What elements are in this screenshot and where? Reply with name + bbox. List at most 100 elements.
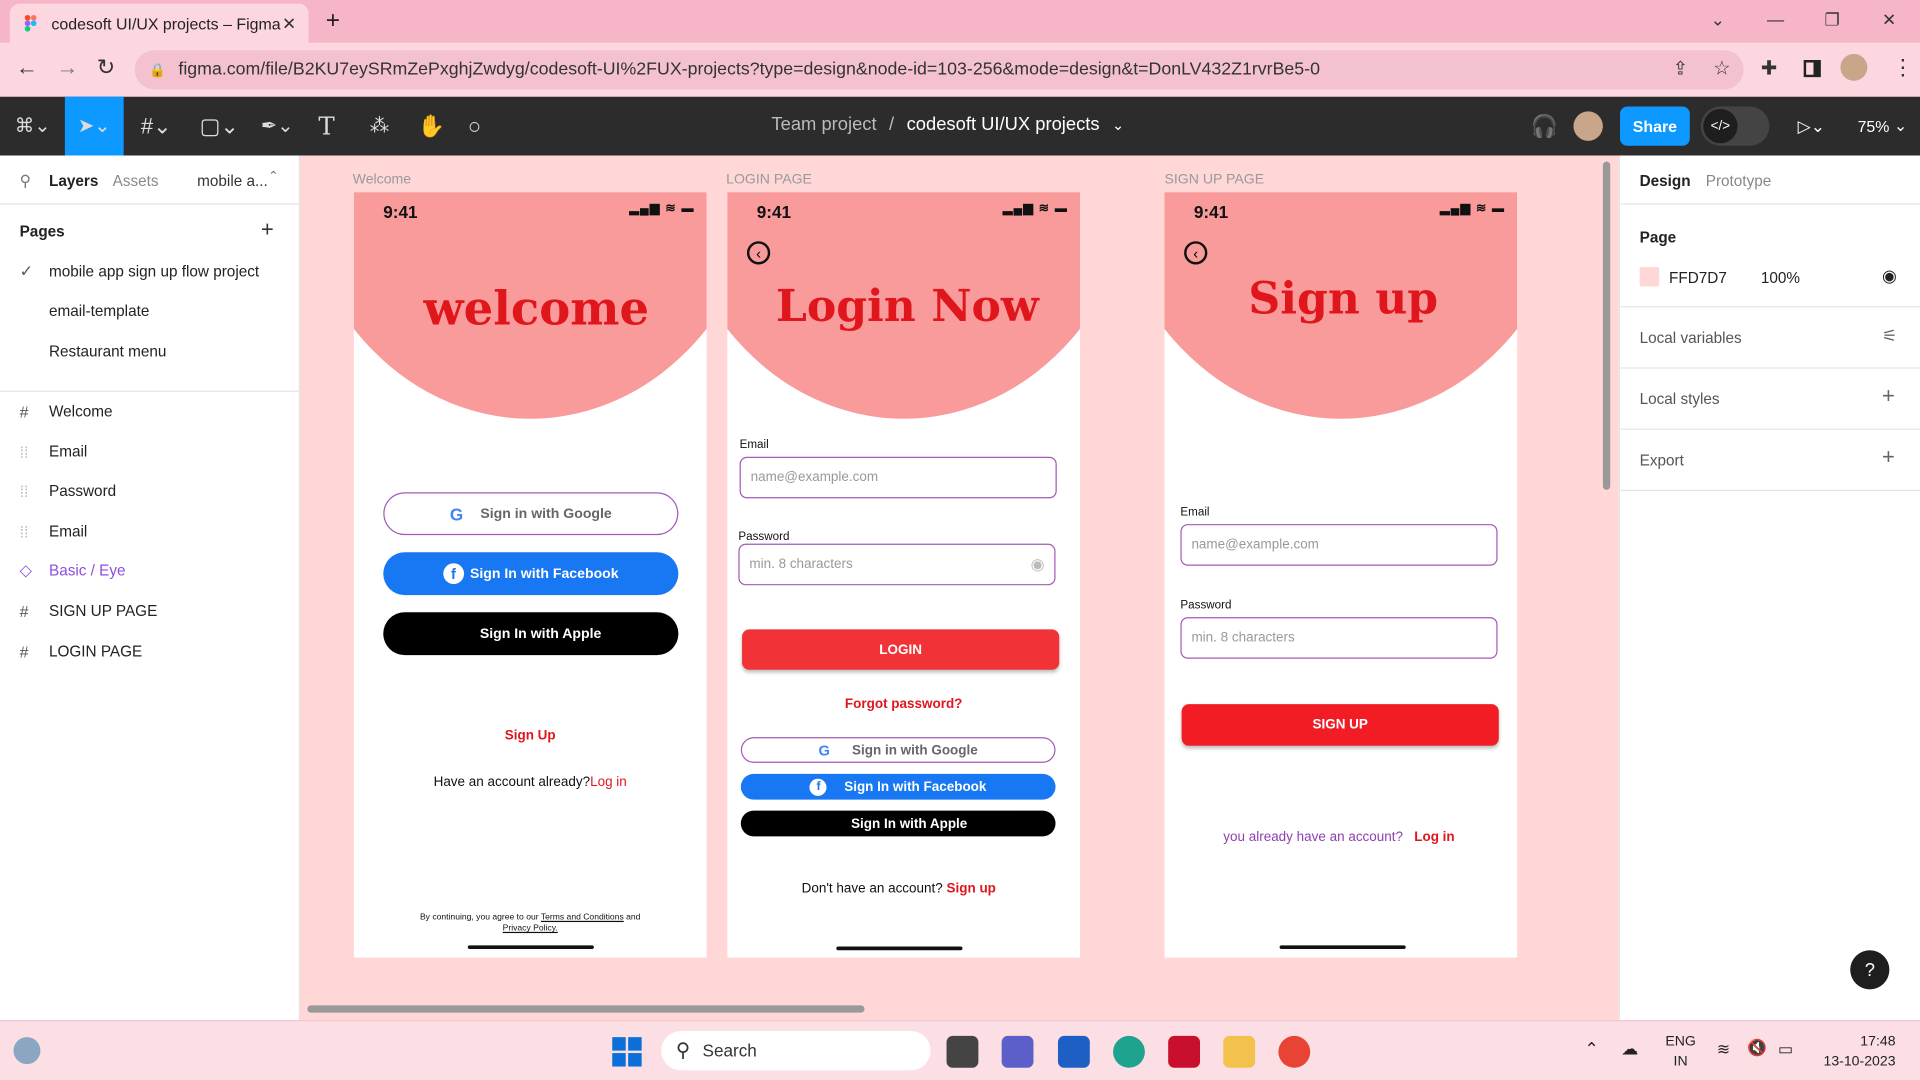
terms-link[interactable]: Terms and Conditions: [541, 913, 624, 922]
add-export-icon[interactable]: +: [1882, 444, 1895, 470]
layer-item[interactable]: ⁞⁞ Password: [0, 471, 300, 510]
login-link[interactable]: Log in: [590, 775, 627, 790]
language-indicator[interactable]: ENG IN: [1665, 1032, 1696, 1071]
file-name[interactable]: codesoft UI/UX projects: [907, 114, 1100, 135]
shape-tool-icon[interactable]: ▢⌄: [200, 111, 239, 140]
wifi-icon[interactable]: ≋: [1717, 1040, 1730, 1060]
help-button[interactable]: ?: [1850, 950, 1890, 990]
frame-tool-icon[interactable]: #⌄: [141, 111, 172, 140]
layer-item[interactable]: ◇ Basic / Eye: [0, 551, 300, 590]
extensions-icon[interactable]: ✚: [1761, 56, 1777, 80]
email-field[interactable]: name@example.com: [1180, 524, 1498, 566]
eye-icon[interactable]: ◉: [1882, 266, 1897, 287]
apple-signin-button[interactable]: Sign In with Apple: [740, 810, 1056, 837]
file-menu-chevron-icon[interactable]: ⌄: [1112, 116, 1124, 133]
chrome-icon[interactable]: [1278, 1035, 1311, 1068]
page-item[interactable]: ✓ mobile app sign up flow project: [0, 252, 300, 291]
layer-item[interactable]: # LOGIN PAGE: [0, 632, 300, 671]
browser-tab[interactable]: codesoft UI/UX projects – Figma ✕: [9, 3, 309, 43]
hand-tool-icon[interactable]: ✋: [418, 111, 445, 140]
password-field[interactable]: min. 8 characters ◉: [738, 543, 1056, 586]
battery-icon[interactable]: ▭: [1778, 1040, 1793, 1060]
close-tab-icon[interactable]: ✕: [282, 13, 296, 34]
layer-item[interactable]: ⁞⁞ Email: [0, 512, 300, 551]
reload-icon[interactable]: ↻: [97, 55, 115, 81]
local-variables-section[interactable]: Local variables ⚟: [1620, 307, 1920, 369]
user-avatar[interactable]: [1573, 111, 1603, 141]
store-icon[interactable]: [1057, 1035, 1090, 1068]
signup-link[interactable]: Sign up: [947, 882, 996, 897]
variables-icon[interactable]: ⚟: [1882, 326, 1897, 347]
pen-tool-icon[interactable]: ✒⌄: [261, 111, 294, 140]
back-icon[interactable]: ←: [16, 55, 38, 81]
facebook-signin-button[interactable]: f Sign In with Facebook: [383, 552, 679, 596]
teams-icon[interactable]: [1001, 1035, 1034, 1068]
task-view-icon[interactable]: [946, 1035, 979, 1068]
export-section[interactable]: Export +: [1620, 430, 1920, 492]
layer-item[interactable]: ⁞⁞ Email: [0, 432, 300, 471]
comment-tool-icon[interactable]: ○: [468, 111, 481, 140]
share-button[interactable]: Share: [1620, 106, 1690, 146]
volume-muted-icon[interactable]: 🔇: [1747, 1038, 1767, 1058]
search-icon[interactable]: ⚲: [20, 171, 31, 190]
tab-search-icon[interactable]: ⌄: [1711, 10, 1725, 31]
edge-icon[interactable]: [1113, 1035, 1145, 1068]
password-field[interactable]: min. 8 characters: [1180, 617, 1498, 659]
minimize-icon[interactable]: —: [1767, 10, 1784, 30]
back-arrow-icon[interactable]: ‹: [1184, 241, 1208, 265]
vertical-scrollbar[interactable]: [1602, 161, 1611, 490]
onedrive-icon[interactable]: ☁: [1621, 1038, 1638, 1059]
present-play-icon[interactable]: ▷⌄: [1798, 111, 1826, 140]
design-canvas[interactable]: Welcome 9:41 ▂▄▆ ≋ ▬ welcome G Sign in wi…: [301, 155, 1619, 1021]
facebook-signin-button[interactable]: f Sign In with Facebook: [740, 773, 1056, 800]
forward-icon[interactable]: →: [56, 55, 78, 81]
zoom-dropdown[interactable]: 75% ⌄: [1858, 111, 1908, 140]
signup-frame[interactable]: 9:41 ▂▄▆ ≋ ▬ ‹ Sign up Email name@exampl…: [1164, 192, 1518, 958]
tab-layers[interactable]: Layers: [49, 173, 98, 190]
mcafee-icon[interactable]: [1168, 1035, 1201, 1068]
more-menu-icon[interactable]: ⋮: [1892, 55, 1914, 81]
frame-label-login[interactable]: LOGIN PAGE: [726, 173, 812, 188]
welcome-frame[interactable]: 9:41 ▂▄▆ ≋ ▬ welcome G Sign in with Googl…: [353, 192, 707, 958]
frame-label-signup[interactable]: SIGN UP PAGE: [1164, 173, 1264, 188]
share-page-icon[interactable]: ⇪: [1673, 58, 1688, 80]
privacy-link[interactable]: Privacy Policy.: [503, 924, 558, 933]
close-window-icon[interactable]: ✕: [1882, 10, 1896, 31]
forgot-password-link[interactable]: Forgot password?: [727, 697, 1080, 712]
local-styles-section[interactable]: Local styles +: [1620, 369, 1920, 430]
chevron-up-icon[interactable]: ⌃: [1585, 1038, 1599, 1059]
login-frame[interactable]: 9:41 ▂▄▆ ≋ ▬ ‹ Login Now Email name@exam…: [727, 192, 1081, 958]
page-item[interactable]: Restaurant menu: [0, 332, 300, 371]
signup-link[interactable]: Sign Up: [354, 729, 707, 744]
google-signin-button[interactable]: G Sign in with Google: [383, 492, 679, 536]
file-explorer-icon[interactable]: [1223, 1035, 1256, 1068]
clock[interactable]: 17:48 13-10-2023: [1812, 1032, 1895, 1071]
text-tool-icon[interactable]: T: [318, 111, 334, 140]
back-arrow-icon[interactable]: ‹: [746, 241, 771, 265]
taskbar-search[interactable]: ⚲ Search: [661, 1031, 931, 1071]
layer-item[interactable]: # SIGN UP PAGE: [0, 591, 300, 630]
eye-icon[interactable]: ◉: [1031, 555, 1045, 575]
frame-label-welcome[interactable]: Welcome: [353, 173, 411, 188]
page-item[interactable]: email-template: [0, 291, 300, 330]
page-color-hex[interactable]: FFD7D7: [1669, 269, 1727, 286]
google-signin-button[interactable]: G Sign in with Google: [740, 737, 1056, 763]
page-switcher[interactable]: mobile a...: [197, 173, 268, 190]
team-name[interactable]: Team project: [771, 114, 876, 135]
resources-icon[interactable]: ⁂: [370, 111, 390, 140]
sidepanel-icon[interactable]: [1803, 60, 1821, 78]
chevron-up-icon[interactable]: ⌃: [268, 170, 278, 183]
login-link[interactable]: Log in: [1414, 830, 1454, 845]
profile-avatar[interactable]: [1840, 53, 1868, 81]
new-tab-icon[interactable]: +: [326, 7, 340, 35]
add-page-icon[interactable]: +: [261, 217, 274, 243]
page-color-swatch[interactable]: [1639, 266, 1660, 287]
main-menu-icon[interactable]: ⌘⌄: [15, 111, 51, 140]
audio-headphones-icon[interactable]: 🎧: [1531, 111, 1558, 140]
signup-button[interactable]: SIGN UP: [1181, 704, 1499, 746]
restore-icon[interactable]: ❐: [1825, 10, 1840, 31]
add-style-icon[interactable]: +: [1882, 383, 1895, 409]
horizontal-scrollbar[interactable]: [307, 1005, 865, 1013]
layer-item[interactable]: # Welcome: [0, 392, 300, 431]
move-tool-icon[interactable]: ➤⌄: [64, 96, 124, 156]
